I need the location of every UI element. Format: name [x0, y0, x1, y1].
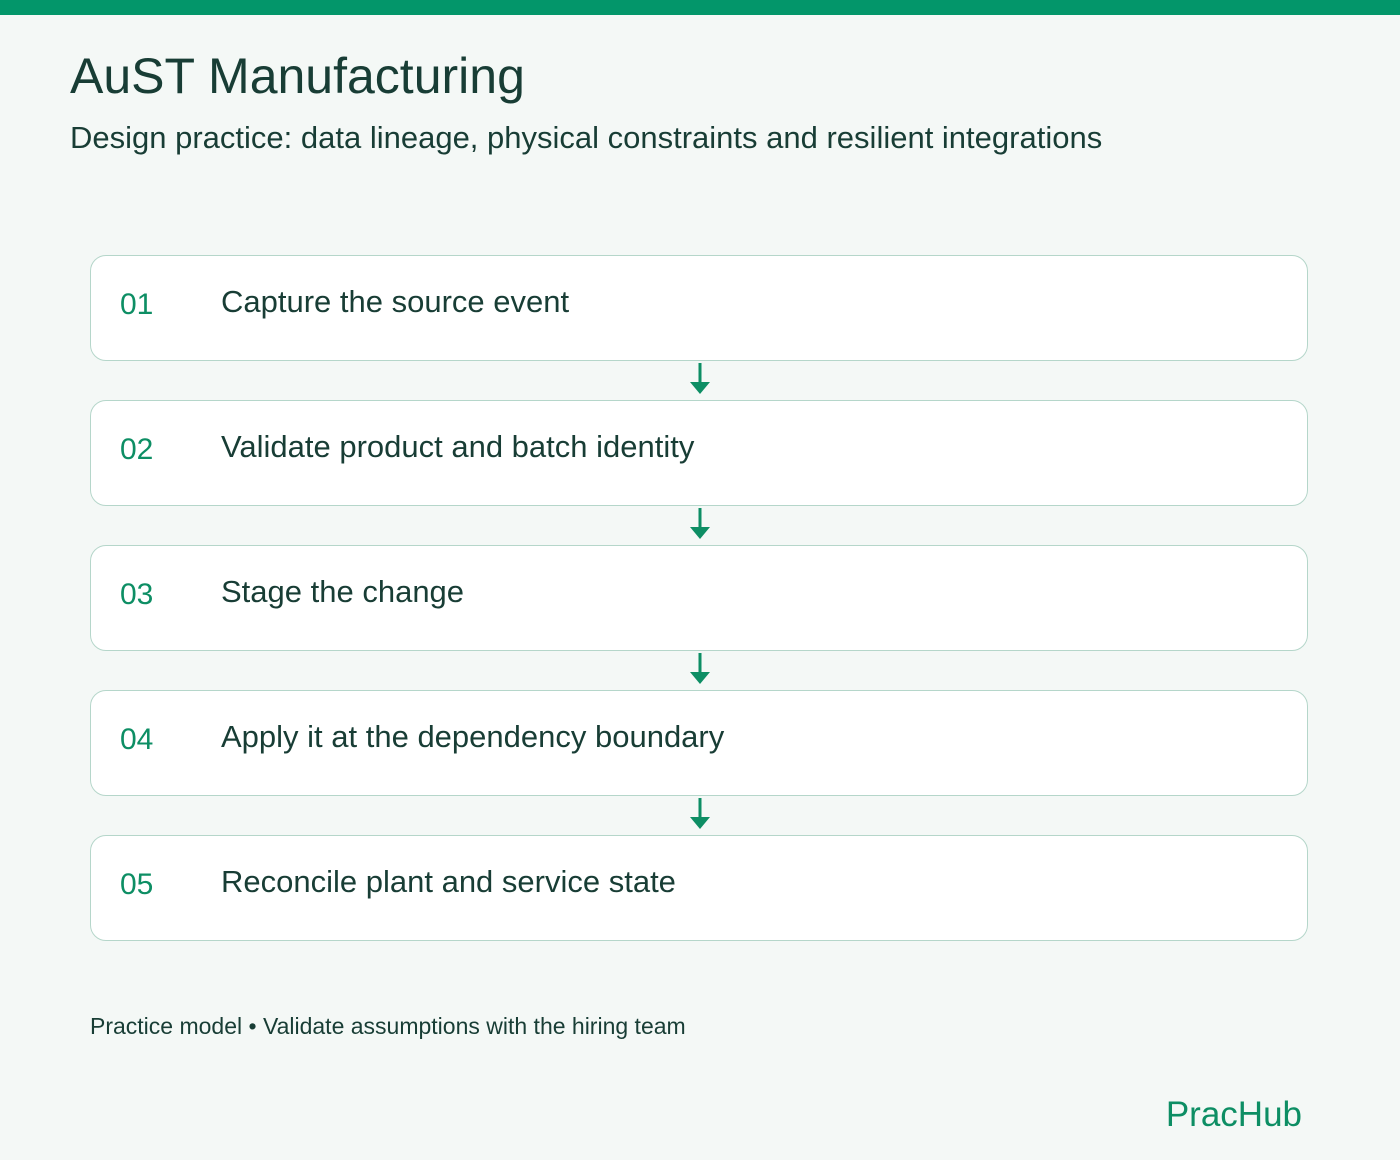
step-connector [90, 361, 1308, 400]
step-label: Validate product and batch identity [221, 429, 695, 464]
brand-logo: PracHub [1165, 1095, 1302, 1134]
arrow-down-icon [690, 508, 710, 539]
step-card: 02 Validate product and batch identity [90, 400, 1308, 506]
arrow-down-icon [690, 363, 710, 394]
step-card: 01 Capture the source event [90, 255, 1308, 361]
step-number: 01 [120, 288, 154, 321]
step-connector [90, 506, 1308, 545]
step-label: Apply it at the dependency boundary [221, 719, 725, 754]
step-label: Reconcile plant and service state [221, 864, 676, 899]
step-card: 05 Reconcile plant and service state [90, 835, 1308, 941]
step-number: 02 [120, 433, 154, 466]
step-number: 04 [120, 723, 154, 756]
page-title: AuST Manufacturing [70, 48, 525, 104]
step-card: 04 Apply it at the dependency boundary [90, 690, 1308, 796]
step-label: Capture the source event [221, 284, 570, 319]
arrow-down-icon [690, 798, 710, 829]
process-steps: 01 Capture the source event 02 Validate … [90, 255, 1310, 941]
arrow-down-icon [690, 653, 710, 684]
step-number: 03 [120, 578, 154, 611]
step-label: Stage the change [221, 574, 465, 609]
step-connector [90, 651, 1308, 690]
step-number: 05 [120, 868, 154, 901]
step-card: 03 Stage the change [90, 545, 1308, 651]
step-connector [90, 796, 1308, 835]
top-accent-bar [0, 0, 1400, 15]
page-subtitle: Design practice: data lineage, physical … [70, 120, 1103, 155]
footer-note: Practice model • Validate assumptions wi… [90, 1013, 686, 1039]
